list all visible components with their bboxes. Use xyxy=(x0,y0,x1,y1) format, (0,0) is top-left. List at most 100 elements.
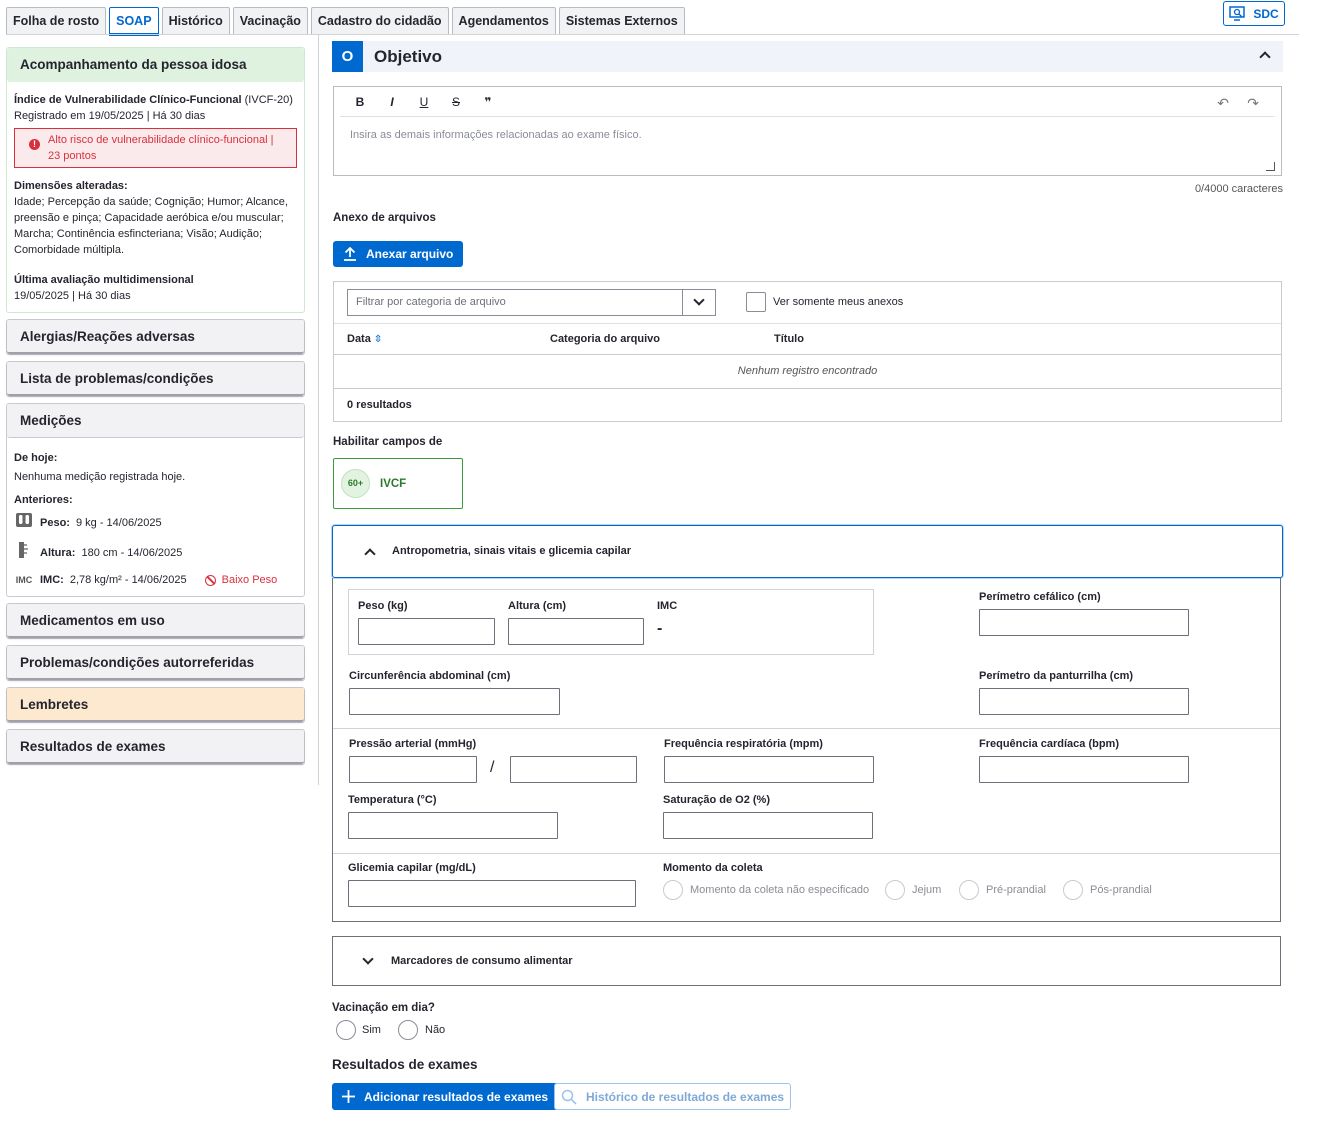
panel-medicamentos-header[interactable]: Medicamentos em uso xyxy=(7,604,304,638)
perimetro-panturrilha-label: Perímetro da panturrilha (cm) xyxy=(979,670,1134,682)
last-eval-title: Última avaliação multidimensional xyxy=(14,274,194,286)
vacinacao-nao-radio[interactable] xyxy=(398,1020,418,1040)
antropometria-accordion-header[interactable]: Antropometria, sinais vitais e glicemia … xyxy=(332,525,1283,578)
marcadores-title: Marcadores de consumo alimentar xyxy=(391,955,573,967)
momento-pre-prandial-label: Pré-prandial xyxy=(986,884,1046,896)
tab-sistemas-externos[interactable]: Sistemas Externos xyxy=(558,7,685,34)
tab-cadastro-cidadao[interactable]: Cadastro do cidadão xyxy=(310,7,449,34)
ban-icon xyxy=(204,574,216,586)
add-exames-button[interactable]: Adicionar resultados de exames xyxy=(332,1083,559,1110)
tab-historico[interactable]: Histórico xyxy=(161,7,230,34)
panel-medicoes-body: De hoje: Nenhuma medição registrada hoje… xyxy=(7,438,304,596)
tab-agendamentos[interactable]: Agendamentos xyxy=(451,7,556,34)
freq-resp-input[interactable] xyxy=(664,756,874,783)
panel-medicoes-header[interactable]: Medições xyxy=(7,404,304,438)
upload-icon xyxy=(344,247,356,261)
undo-button[interactable]: ↶ xyxy=(1217,95,1229,112)
italic-button[interactable]: I xyxy=(384,95,400,109)
panel-pessoa-idosa-body: Índice de Vulnerabilidade Clínico-Funcio… xyxy=(7,82,304,312)
antropometria-body: Peso (kg) Altura (cm) IMC - Perímetro ce… xyxy=(332,578,1281,922)
strikethrough-button[interactable]: S xyxy=(448,95,464,109)
momento-nao-especificado-radio[interactable] xyxy=(663,880,683,900)
panel-pessoa-idosa-header[interactable]: Acompanhamento da pessoa idosa xyxy=(7,48,304,82)
circ-abdominal-input[interactable] xyxy=(349,688,560,715)
tab-soap[interactable]: SOAP xyxy=(109,7,159,36)
momento-jejum-radio[interactable] xyxy=(885,880,905,900)
tab-folha-de-rosto[interactable]: Folha de rosto xyxy=(6,7,107,34)
tab-vacinacao[interactable]: Vacinação xyxy=(232,7,308,34)
sdc-label: SDC xyxy=(1253,6,1279,21)
imc-label: IMC: xyxy=(40,574,64,586)
only-mine-checkbox[interactable] xyxy=(746,292,766,312)
saturacao-input[interactable] xyxy=(663,812,873,839)
glicemia-input[interactable] xyxy=(348,880,636,907)
panel-resultados-header[interactable]: Resultados de exames xyxy=(7,730,304,764)
altura-value: 180 cm - 14/06/2025 xyxy=(81,546,183,559)
anexar-arquivo-button[interactable]: Anexar arquivo xyxy=(333,241,464,267)
momento-pos-prandial-radio[interactable] xyxy=(1063,880,1083,900)
objetivo-editor[interactable]: B I U S ❞ ↶ ↷ Insira as demais informaçõ… xyxy=(333,86,1282,176)
objetivo-header[interactable]: O Objetivo xyxy=(332,41,1283,72)
historico-exames-button[interactable]: Histórico de resultados de exames xyxy=(554,1083,792,1110)
peso-input[interactable] xyxy=(358,618,495,645)
category-filter-placeholder: Filtrar por categoria de arquivo xyxy=(356,296,506,308)
chevron-down-icon xyxy=(693,294,705,306)
perimetro-cefalico-input[interactable] xyxy=(979,609,1189,636)
panel-alergias-header[interactable]: Alergias/Reações adversas xyxy=(7,320,304,354)
circ-abdominal-label: Circunferência abdominal (cm) xyxy=(349,670,511,682)
ivcf-name: Índice de Vulnerabilidade Clínico-Funcio… xyxy=(14,94,242,106)
panel-lembretes-header[interactable]: Lembretes xyxy=(7,688,304,722)
divider xyxy=(333,853,1280,854)
panel-autorreferidas: Problemas/condições autorreferidas xyxy=(6,645,305,681)
vacinacao-sim-radio[interactable] xyxy=(336,1020,356,1040)
sidebar: Acompanhamento da pessoa idosa Índice de… xyxy=(6,47,305,771)
main-content: O Objetivo B I U S ❞ ↶ ↷ Insira as demai… xyxy=(332,41,1283,1110)
momento-nao-especificado-label: Momento da coleta não especificado xyxy=(690,884,870,896)
altura-label: Altura (cm) xyxy=(508,600,567,612)
vacinacao-sim-label: Sim xyxy=(362,1024,381,1036)
panel-problemas-header[interactable]: Lista de problemas/condições xyxy=(7,362,304,396)
temperatura-input[interactable] xyxy=(348,812,558,839)
panel-alergias: Alergias/Reações adversas xyxy=(6,319,305,355)
ivcf-toggle[interactable]: 60+ IVCF xyxy=(333,458,463,509)
momento-pre-prandial-radio[interactable] xyxy=(959,880,979,900)
freq-card-input[interactable] xyxy=(979,756,1189,783)
chevron-up-icon[interactable] xyxy=(1259,51,1271,63)
marcadores-accordion-header[interactable]: Marcadores de consumo alimentar xyxy=(332,936,1281,986)
imc-label: IMC xyxy=(657,600,678,612)
chevron-up-icon xyxy=(364,548,376,560)
filter-dropdown-button[interactable] xyxy=(682,290,715,315)
category-filter-select[interactable]: Filtrar por categoria de arquivo xyxy=(347,289,716,316)
habilitar-title: Habilitar campos de xyxy=(333,436,443,448)
perimetro-panturrilha-input[interactable] xyxy=(979,688,1189,715)
vacinacao-nao-label: Não xyxy=(425,1024,446,1036)
char-counter: 0/4000 caracteres xyxy=(1194,183,1283,195)
panel-autorreferidas-header[interactable]: Problemas/condições autorreferidas xyxy=(7,646,304,680)
imc-value: - xyxy=(657,620,663,637)
pressao-sistolica-input[interactable] xyxy=(349,756,477,783)
col-data[interactable]: Data ⇳ xyxy=(347,333,382,345)
sdc-button[interactable]: SDC xyxy=(1223,1,1285,26)
only-mine-label: Ver somente meus anexos xyxy=(773,296,904,308)
quote-button[interactable]: ❞ xyxy=(480,95,496,109)
add-exames-label: Adicionar resultados de exames xyxy=(364,1089,549,1104)
resize-handle-icon[interactable] xyxy=(1266,162,1275,171)
tab-bar: Folha de rosto SOAP Histórico Vacinação … xyxy=(6,7,685,36)
objetivo-title: Objetivo xyxy=(374,46,443,66)
anexar-arquivo-label: Anexar arquivo xyxy=(366,247,454,261)
objetivo-badge: O xyxy=(332,41,363,72)
table-header: Data ⇳ Categoria do arquivo Título xyxy=(334,323,1281,355)
col-titulo: Título xyxy=(774,333,804,345)
altura-input[interactable] xyxy=(508,618,644,645)
bold-button[interactable]: B xyxy=(352,95,368,109)
underline-button[interactable]: U xyxy=(416,95,432,109)
col-data-label: Data xyxy=(347,333,371,345)
perimetro-cefalico-label: Perímetro cefálico (cm) xyxy=(979,591,1101,603)
ivcf-registered: Registrado em 19/05/2025 | Há 30 dias xyxy=(14,110,206,122)
divider xyxy=(333,728,1280,729)
redo-button[interactable]: ↷ xyxy=(1247,95,1259,112)
prev-title: Anteriores: xyxy=(14,494,73,506)
freq-card-label: Frequência cardíaca (bpm) xyxy=(979,738,1119,750)
pressao-diastolica-input[interactable] xyxy=(510,756,637,783)
peso-label: Peso: xyxy=(40,516,70,529)
